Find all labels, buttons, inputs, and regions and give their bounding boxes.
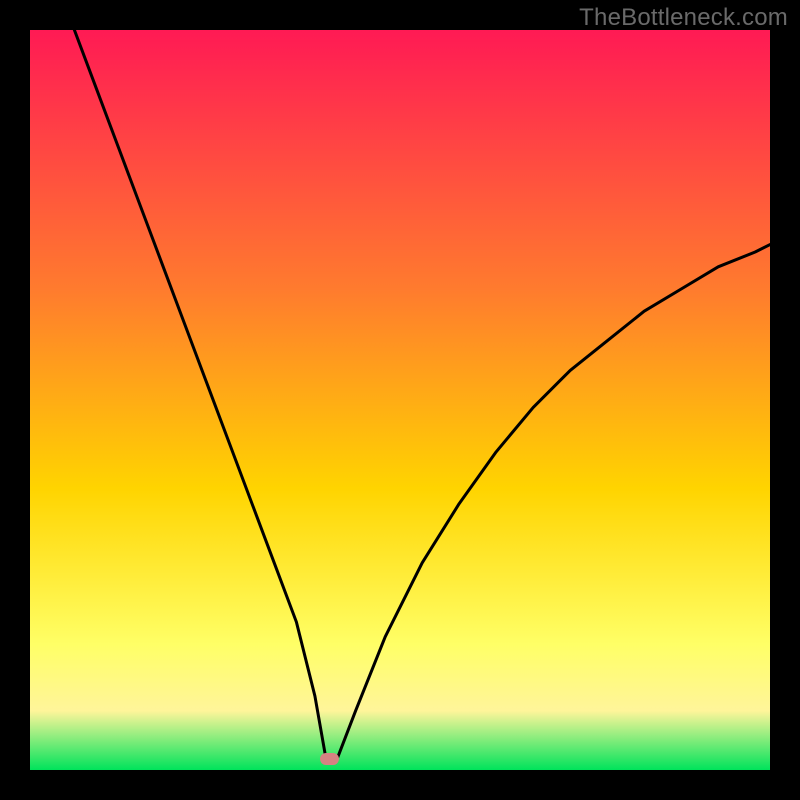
bottleneck-plot	[30, 30, 770, 770]
chart-frame: TheBottleneck.com	[0, 0, 800, 800]
gradient-background	[30, 30, 770, 770]
watermark-label: TheBottleneck.com	[579, 4, 788, 32]
optimum-marker	[320, 753, 339, 765]
